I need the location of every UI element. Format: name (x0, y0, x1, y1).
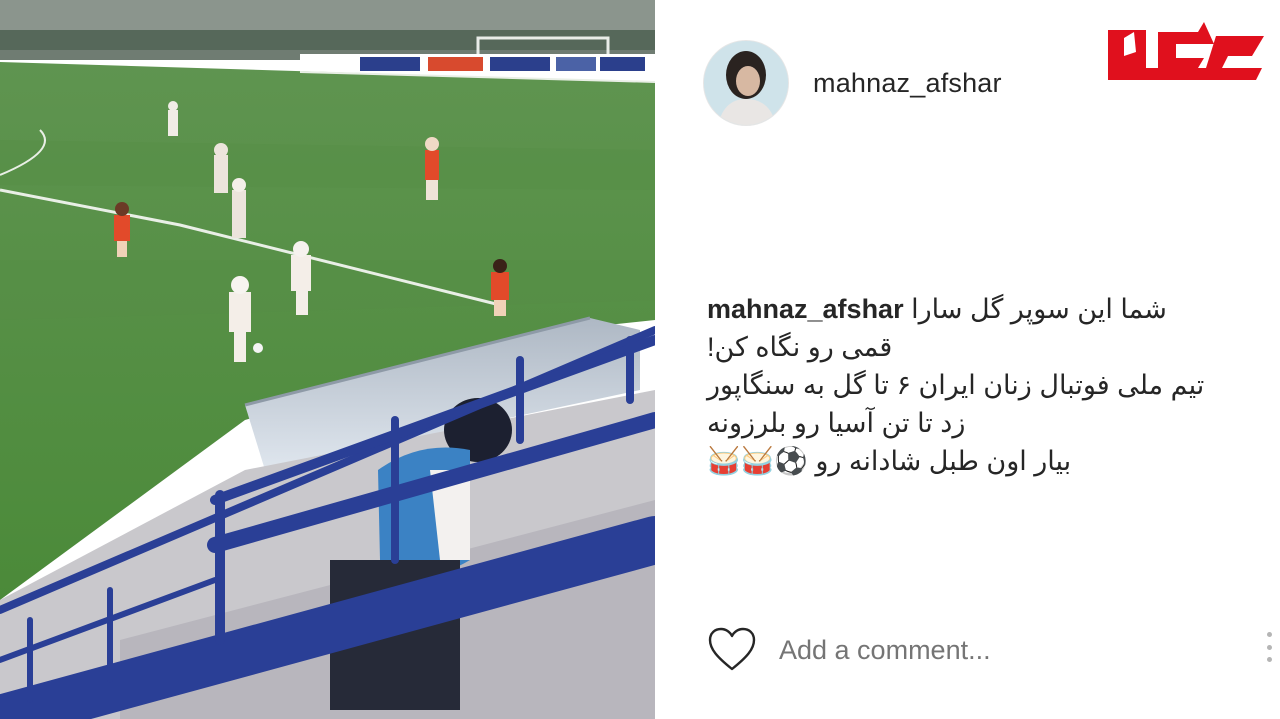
site-logo-icon (1108, 22, 1264, 80)
post-username[interactable]: mahnaz_afshar (813, 68, 1002, 99)
comment-input[interactable] (779, 634, 1219, 666)
caption-line: تیم ملی فوتبال زنان ایران ۶ تا گل به سنگ… (707, 370, 1205, 400)
heart-icon[interactable] (707, 627, 757, 673)
avatar[interactable] (703, 40, 789, 126)
caption-username[interactable]: mahnaz_afshar (707, 294, 904, 324)
caption-line: قمی رو نگاه کن! (707, 332, 893, 362)
dot (1266, 644, 1272, 650)
dot (1266, 657, 1272, 662)
comment-bar (707, 622, 1280, 678)
caption-line: بیار اون طبل شادانه رو ⚽️🥁🥁 (707, 446, 1072, 476)
caption-line: زد تا تن آسیا رو بلرزونه (707, 408, 966, 438)
caption-text: شما این سوپر گل سارا (911, 294, 1167, 324)
post-video-frame[interactable] (0, 0, 655, 719)
post-caption: mahnaz_afshar شما این سوپر گل سارا قمی ر… (707, 290, 1275, 480)
post-sidebar: mahnaz_afshar mahnaz_afshar شما این سوپر… (655, 0, 1280, 719)
more-options-icon[interactable] (1262, 632, 1276, 662)
avatar-image (704, 41, 788, 125)
caption-first-line: mahnaz_afshar شما این سوپر گل سارا (707, 290, 1275, 328)
football-match-image (0, 0, 655, 719)
dot (1266, 632, 1272, 637)
post-header: mahnaz_afshar (703, 40, 1002, 126)
